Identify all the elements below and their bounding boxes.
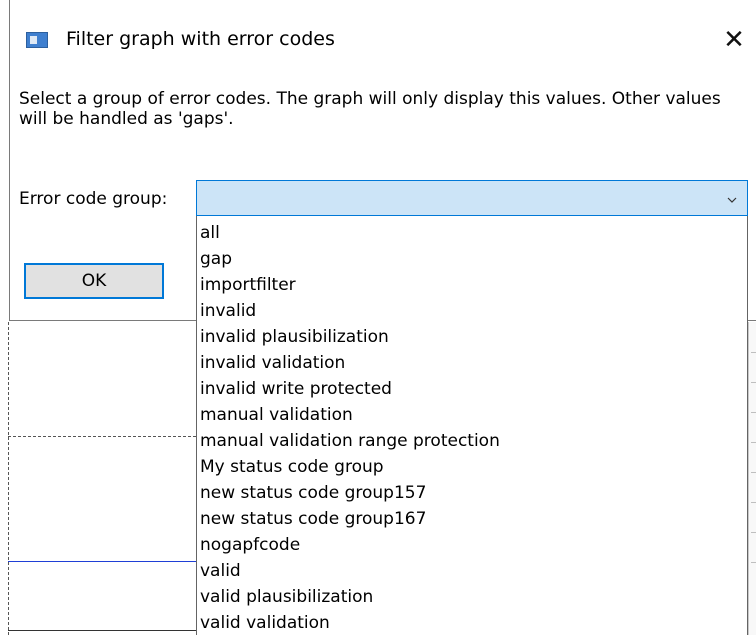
graph-bottom-line: [8, 630, 196, 631]
dropdown-item[interactable]: valid plausibilization: [200, 584, 373, 610]
error-code-group-dropdown-list[interactable]: all gap importfilter invalid invalid pla…: [196, 216, 748, 635]
dropdown-item[interactable]: gap: [200, 246, 232, 272]
graph-tick: [751, 472, 756, 473]
dropdown-item[interactable]: all: [200, 220, 220, 246]
dropdown-item[interactable]: valid validation: [200, 610, 330, 635]
graph-series-line: [8, 561, 196, 562]
dropdown-item[interactable]: manual validation range protection: [200, 428, 500, 454]
dialog-titlebar[interactable]: Filter graph with error codes ✕: [10, 0, 756, 67]
dropdown-item[interactable]: manual validation: [200, 402, 353, 428]
graph-tick: [751, 562, 756, 563]
instructions-text: Select a group of error codes. The graph…: [19, 89, 721, 129]
graph-tick: [751, 532, 756, 533]
dropdown-item[interactable]: invalid validation: [200, 350, 345, 376]
dropdown-item[interactable]: nogapfcode: [200, 532, 300, 558]
dropdown-item[interactable]: invalid: [200, 298, 256, 324]
screen: Filter graph with error codes ✕ Select a…: [0, 0, 756, 635]
dropdown-item[interactable]: new status code group157: [200, 480, 426, 506]
graph-tick: [751, 352, 756, 353]
dropdown-item[interactable]: My status code group: [200, 454, 384, 480]
close-icon: ✕: [723, 25, 745, 55]
graph-tick: [751, 412, 756, 413]
ok-button[interactable]: OK: [24, 263, 164, 299]
chevron-down-icon: [727, 197, 737, 203]
dropdown-item[interactable]: valid: [200, 558, 241, 584]
graph-tick: [751, 502, 756, 503]
error-code-group-select[interactable]: [196, 180, 748, 216]
dropdown-item[interactable]: new status code group167: [200, 506, 426, 532]
app-window-icon: [26, 32, 48, 48]
dropdown-item[interactable]: invalid write protected: [200, 376, 392, 402]
graph-dashed-gridline: [8, 436, 196, 437]
graph-tick: [751, 382, 756, 383]
dropdown-item[interactable]: invalid plausibilization: [200, 324, 389, 350]
dropdown-item[interactable]: importfilter: [200, 272, 296, 298]
close-button[interactable]: ✕: [719, 25, 749, 55]
dialog-title: Filter graph with error codes: [66, 28, 335, 50]
graph-tick: [751, 442, 756, 443]
graph-right-panel: [748, 322, 756, 635]
graph-axis-line: [8, 322, 9, 635]
error-code-group-label: Error code group:: [19, 189, 168, 209]
